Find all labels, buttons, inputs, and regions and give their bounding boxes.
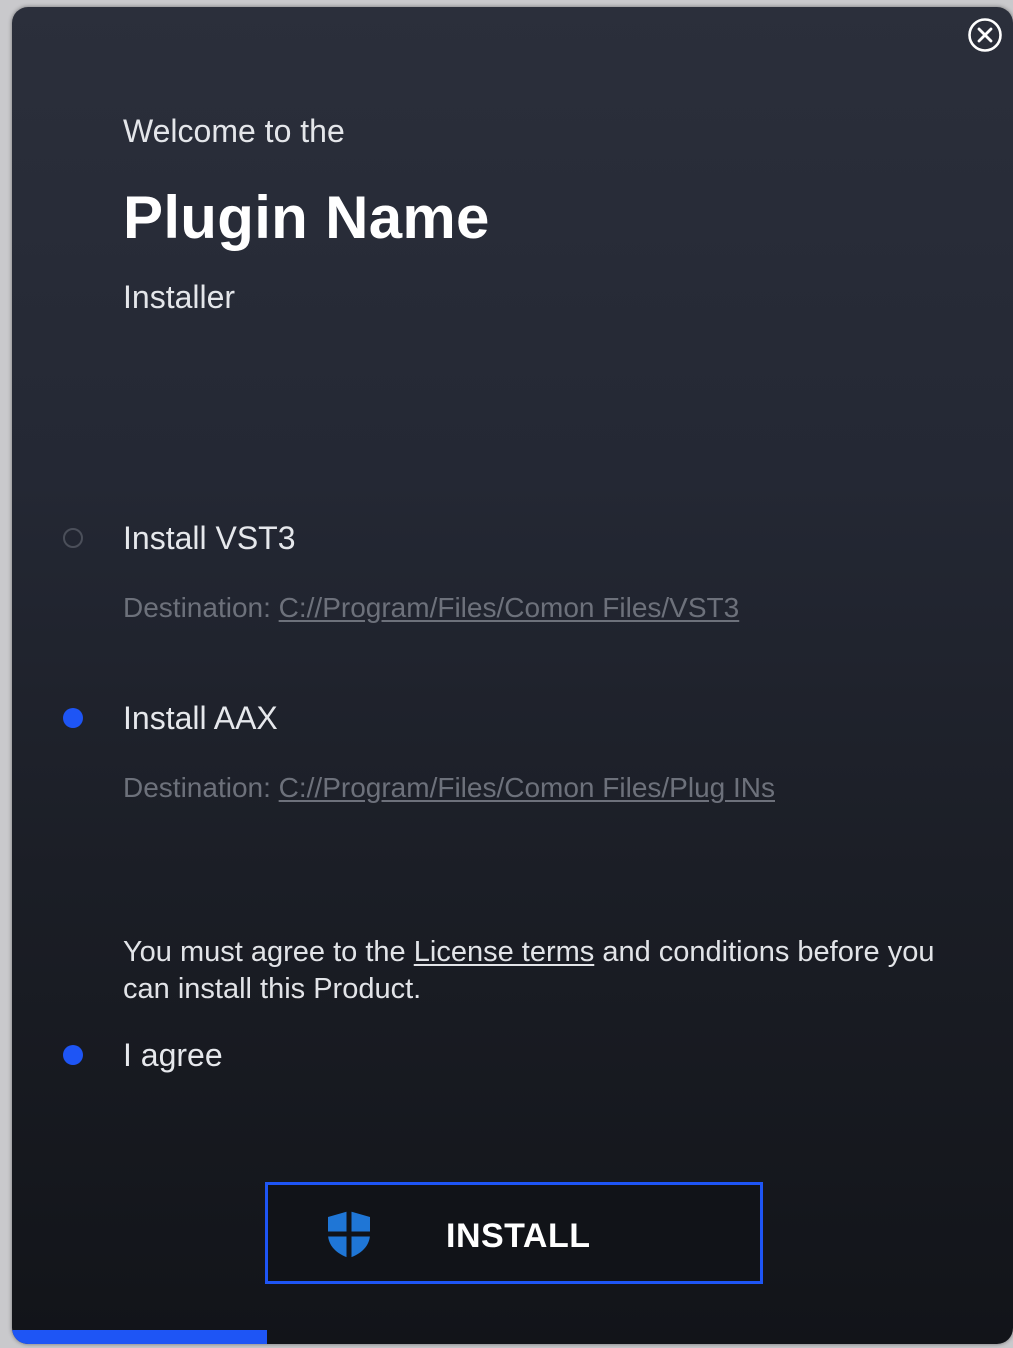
installer-window: Welcome to the Plugin Name Installer Ins… bbox=[12, 7, 1013, 1344]
progress-bar bbox=[12, 1330, 1013, 1344]
install-vst3-label[interactable]: Install VST3 bbox=[123, 520, 296, 557]
vst3-destination-prefix: Destination: bbox=[123, 592, 279, 623]
install-button[interactable]: INSTALL bbox=[265, 1182, 763, 1284]
close-button[interactable] bbox=[967, 17, 1003, 53]
license-terms-link[interactable]: License terms bbox=[414, 936, 595, 968]
shield-icon bbox=[322, 1207, 376, 1261]
aax-destination-link[interactable]: C://Program/Files/Comon Files/Plug INs bbox=[279, 772, 775, 803]
aax-destination-prefix: Destination: bbox=[123, 772, 279, 803]
progress-fill bbox=[12, 1330, 268, 1344]
license-text-before: You must agree to the bbox=[123, 936, 414, 968]
vst3-destination: Destination: C://Program/Files/Comon Fil… bbox=[123, 592, 739, 624]
aax-destination: Destination: C://Program/Files/Comon Fil… bbox=[123, 772, 775, 804]
vst3-radio[interactable] bbox=[63, 528, 83, 548]
install-button-label: INSTALL bbox=[446, 1217, 591, 1255]
vst3-destination-link[interactable]: C://Program/Files/Comon Files/VST3 bbox=[279, 592, 740, 623]
aax-radio[interactable] bbox=[63, 708, 83, 728]
product-name: Plugin Name bbox=[123, 184, 490, 251]
agree-radio[interactable] bbox=[63, 1045, 83, 1065]
close-icon bbox=[968, 18, 1002, 52]
agree-label[interactable]: I agree bbox=[123, 1037, 223, 1074]
installer-subtitle: Installer bbox=[123, 279, 236, 315]
welcome-text: Welcome to the bbox=[123, 113, 345, 149]
license-notice: You must agree to the License terms and … bbox=[123, 934, 943, 1008]
install-aax-label[interactable]: Install AAX bbox=[123, 700, 278, 737]
